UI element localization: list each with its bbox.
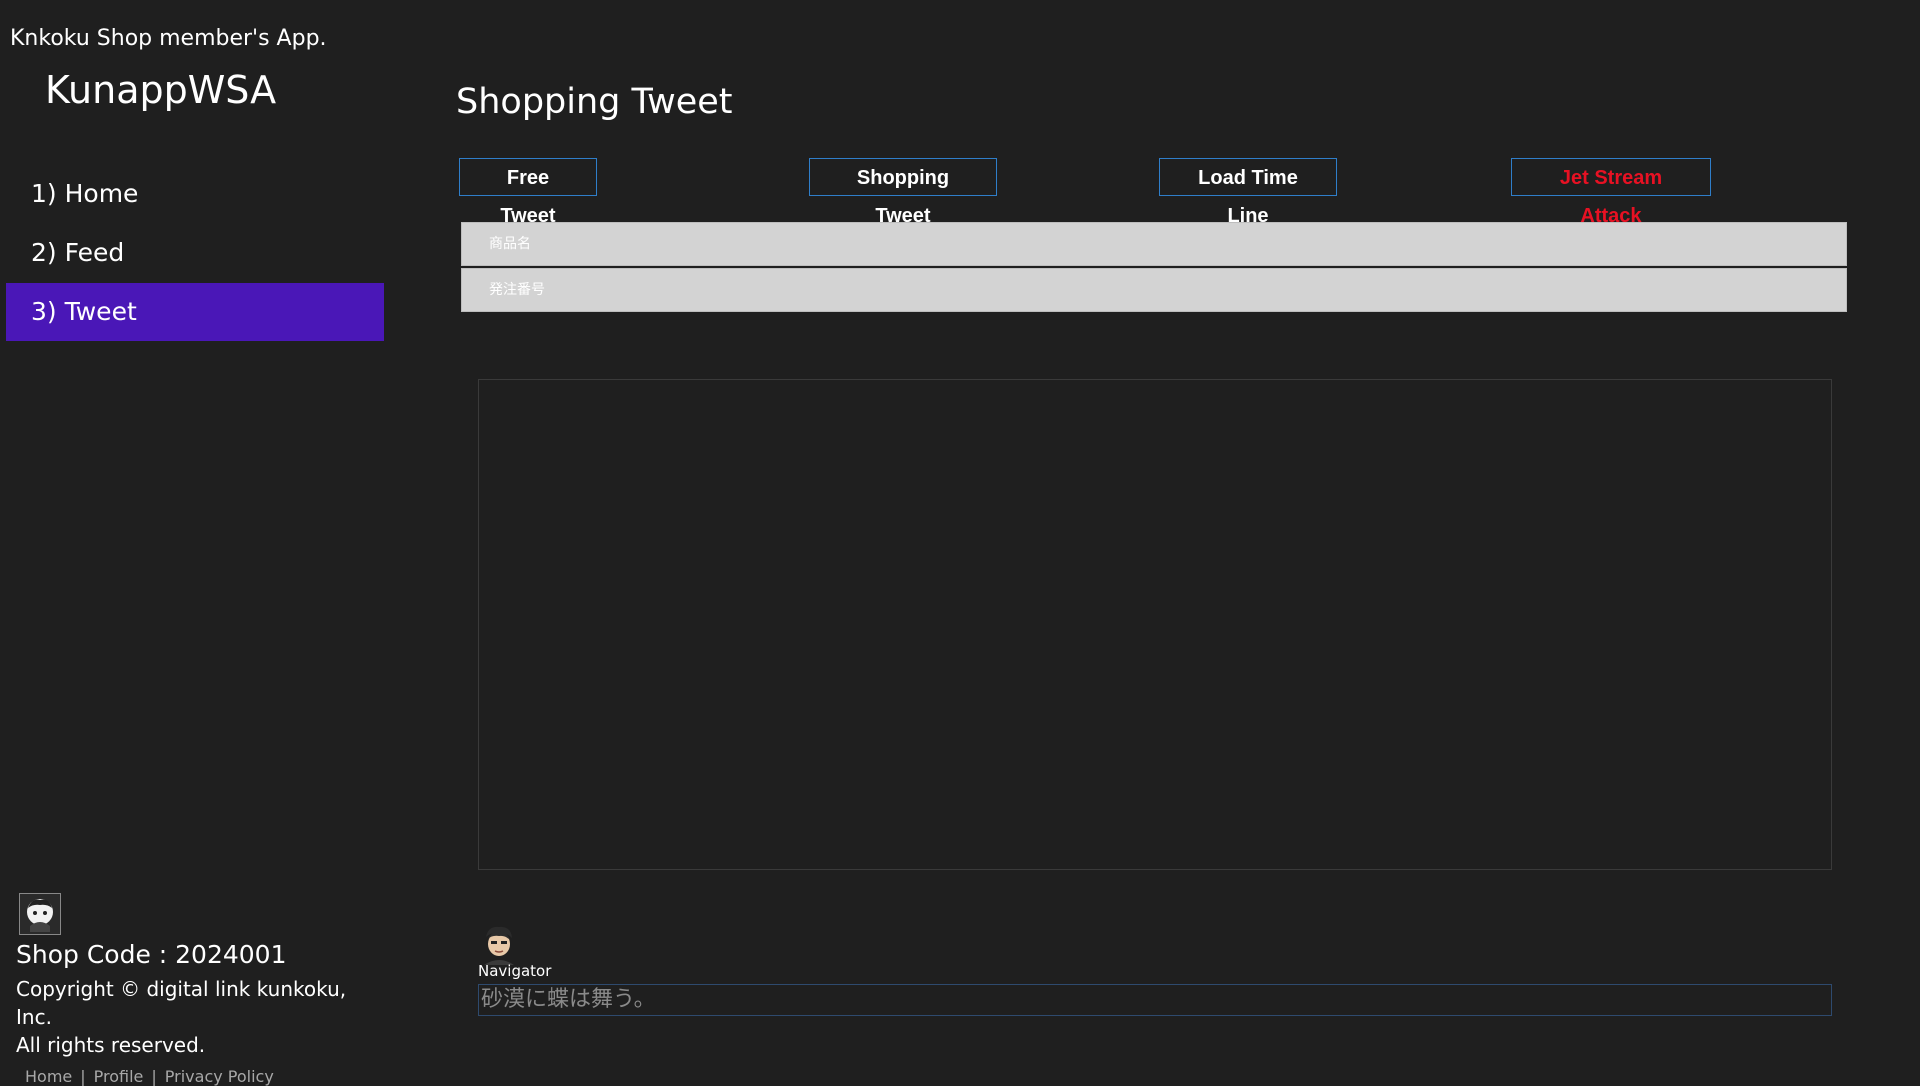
navigator: Navigator	[478, 923, 551, 980]
page-title: Shopping Tweet	[456, 82, 733, 122]
copyright-line-1: Copyright © digital link kunkoku, Inc.	[16, 977, 347, 1029]
product-name-input[interactable]: 商品名	[461, 222, 1847, 266]
sidebar-footer: Shop Code : 2024001 Copyright © digital …	[16, 893, 376, 1086]
sidebar-item-home[interactable]: 1) Home	[6, 165, 384, 223]
jet-stream-attack-button[interactable]: Jet Stream Attack	[1511, 158, 1711, 227]
shop-code: Shop Code : 2024001	[16, 940, 287, 969]
footer-link-privacy-policy[interactable]: Privacy Policy	[165, 1067, 274, 1086]
free-tweet-button[interactable]: Free Tweet	[459, 158, 597, 227]
footer-link-home[interactable]: Home	[25, 1067, 72, 1086]
shopping-tweet-button[interactable]: Shopping Tweet	[809, 158, 997, 227]
footer-links: Home | Profile | Privacy Policy	[16, 1067, 376, 1086]
link-separator: |	[151, 1067, 157, 1086]
footer-link-profile[interactable]: Profile	[94, 1067, 144, 1086]
character-avatar-icon	[19, 893, 61, 935]
navigator-avatar-icon	[478, 923, 520, 965]
app-caption: Knkoku Shop member's App.	[10, 26, 327, 51]
sidebar-nav: 1) Home 2) Feed 3) Tweet	[6, 165, 384, 342]
order-number-input[interactable]: 発注番号	[461, 268, 1847, 312]
load-time-line-button[interactable]: Load Time Line	[1159, 158, 1337, 227]
link-separator: |	[80, 1067, 86, 1086]
navigator-label: Navigator	[478, 962, 552, 980]
navigator-message: 砂漠に蝶は舞う。	[478, 984, 1832, 1016]
copyright-line-2: All rights reserved.	[16, 1033, 206, 1057]
sidebar-item-feed[interactable]: 2) Feed	[6, 224, 384, 282]
app-title: KunappWSA	[45, 68, 277, 112]
sidebar-item-tweet[interactable]: 3) Tweet	[6, 283, 384, 341]
timeline-panel[interactable]	[478, 379, 1832, 870]
copyright: Copyright © digital link kunkoku, Inc. A…	[16, 975, 376, 1059]
